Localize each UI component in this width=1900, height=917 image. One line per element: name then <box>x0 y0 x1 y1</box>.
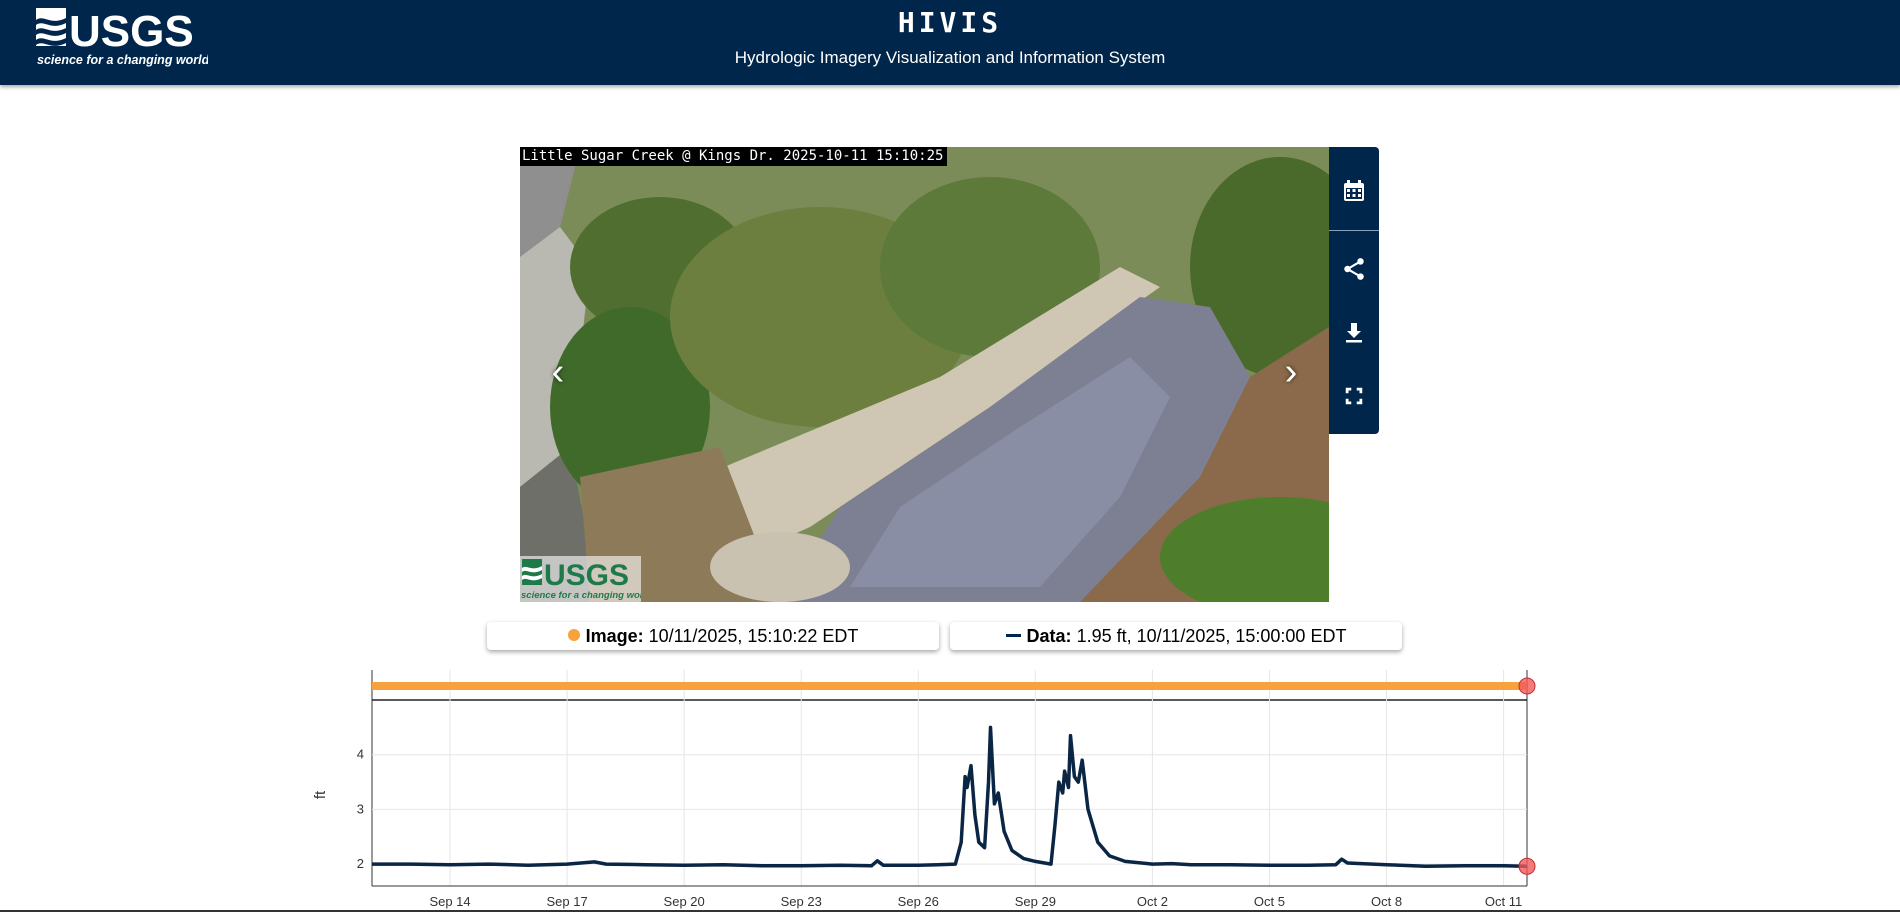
x-tick-label: Oct 8 <box>1371 894 1402 909</box>
x-tick-label: Oct 2 <box>1137 894 1168 909</box>
current-data-marker <box>1518 857 1536 875</box>
data-info-card: Data: 1.95 ft, 10/11/2025, 15:00:00 EDT <box>950 622 1402 650</box>
image-info-value: 10/11/2025, 15:10:22 EDT <box>648 626 859 646</box>
y-axis-label: ft <box>312 790 329 799</box>
camera-timestamp-overlay: Little Sugar Creek @ Kings Dr. 2025-10-1… <box>520 147 948 166</box>
fullscreen-icon <box>1345 387 1363 405</box>
y-tick-label: 2 <box>357 856 364 871</box>
x-tick-label: Sep 23 <box>781 894 822 909</box>
y-tick-label: 3 <box>357 801 364 816</box>
image-legend-dot <box>567 629 580 642</box>
image-info-label: Image: <box>585 626 644 646</box>
x-tick-label: Sep 26 <box>898 894 939 909</box>
x-tick-label: Sep 14 <box>429 894 470 909</box>
image-toolbar <box>1329 147 1379 434</box>
app-title: HIVIS <box>897 6 1003 39</box>
next-image-button[interactable]: › <box>1271 352 1311 392</box>
toolbar-divider <box>1329 230 1379 231</box>
data-info-label: Data: <box>1026 626 1072 646</box>
x-tick-label: Sep 29 <box>1015 894 1056 909</box>
data-legend-line <box>1005 633 1021 637</box>
gage-height-series <box>372 725 1528 869</box>
calendar-icon <box>1344 180 1364 201</box>
app-header: USGS science for a changing world HIVIS … <box>0 0 1900 85</box>
calendar-button[interactable] <box>1329 169 1379 213</box>
image-info-card: Image: 10/11/2025, 15:10:22 EDT <box>487 622 939 650</box>
camera-image[interactable]: Little Sugar Creek @ Kings Dr. 2025-10-1… <box>520 147 1329 602</box>
watermark-name: USGS <box>544 559 629 592</box>
data-info-value: 1.95 ft, 10/11/2025, 15:00:00 EDT <box>1076 626 1347 646</box>
download-icon <box>1346 323 1362 343</box>
previous-image-button[interactable]: ‹ <box>538 352 578 392</box>
share-icon <box>1344 258 1364 280</box>
download-button[interactable] <box>1329 310 1379 354</box>
x-tick-label: Sep 20 <box>664 894 705 909</box>
current-image-marker <box>1518 677 1536 695</box>
x-tick-label: Oct 5 <box>1254 894 1285 909</box>
watermark-tagline: science for a changing world <box>521 590 641 601</box>
y-tick-label: 4 <box>357 747 364 762</box>
x-tick-label: Sep 17 <box>546 894 587 909</box>
share-button[interactable] <box>1329 247 1379 291</box>
app-subtitle: Hydrologic Imagery Visualization and Inf… <box>734 48 1166 67</box>
x-tick-label: Oct 11 <box>1485 894 1522 909</box>
fullscreen-button[interactable] <box>1329 374 1379 418</box>
usgs-watermark: USGS science for a changing world <box>520 556 652 602</box>
creek-photo <box>520 147 1329 602</box>
gage-height-chart[interactable]: Sep 14 Sep 17 Sep 20 Sep 23 Sep 26 Sep 29 Oct … <box>0 660 1900 912</box>
